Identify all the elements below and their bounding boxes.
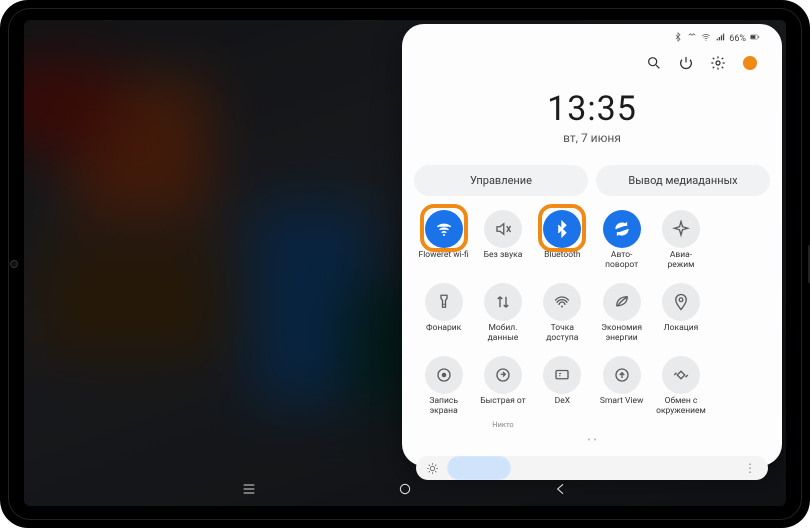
qs-tile-mute[interactable]: Без звука <box>475 210 530 271</box>
dex-icon[interactable] <box>543 356 581 394</box>
power-icon[interactable] <box>678 55 694 71</box>
qs-tile-mobiledata[interactable]: Мобил. данные <box>475 283 530 344</box>
bluetooth-status-icon <box>673 32 683 45</box>
rotate-icon[interactable] <box>603 210 641 248</box>
qs-tile-label: Мобил. данные <box>488 324 519 344</box>
qs-tile-location[interactable]: Локация <box>653 283 708 344</box>
qs-tile-label: Floweret wi-fi <box>419 251 469 271</box>
back-button[interactable] <box>553 481 569 501</box>
hotspot-icon[interactable] <box>543 283 581 321</box>
tablet-frame: 66% 13:35 <box>0 0 810 528</box>
airplane-icon[interactable] <box>662 210 700 248</box>
page-indicator: • • <box>414 435 770 446</box>
qs-tile-smartview[interactable]: Smart View <box>594 356 649 429</box>
qs-tile-label: Экономия энергии <box>601 324 642 344</box>
mute-icon[interactable] <box>484 210 522 248</box>
qs-tile-label: Быстрая от <box>480 397 526 417</box>
quickshare-icon[interactable] <box>484 356 522 394</box>
qs-tile-airplane[interactable]: Авиа- режим <box>653 210 708 271</box>
wifi-icon[interactable] <box>425 210 463 248</box>
home-button[interactable] <box>397 481 413 501</box>
qs-tile-label: Авто- поворот <box>605 251 638 271</box>
battery-icon <box>750 32 760 45</box>
qs-tile-flashlight[interactable]: Фонарик <box>416 283 471 344</box>
qs-tile-sublabel: Никто <box>492 420 513 429</box>
wifi-status-icon <box>701 32 711 45</box>
more-menu-icon[interactable] <box>742 55 758 71</box>
location-icon[interactable] <box>662 283 700 321</box>
qs-tile-label: Авиа- режим <box>667 251 694 271</box>
qs-tile-hotspot[interactable]: Точка доступа <box>535 283 590 344</box>
qs-tile-label: Обмен с окружением <box>656 397 706 417</box>
search-icon[interactable] <box>646 55 662 71</box>
flashlight-icon[interactable] <box>425 283 463 321</box>
qs-tile-label: Bluetooth <box>544 251 580 271</box>
qs-tile-rotate[interactable]: Авто- поворот <box>594 210 649 271</box>
qs-tile-wifi[interactable]: Floweret wi-fi <box>416 210 471 271</box>
qs-tile-dex[interactable]: DeX <box>535 356 590 429</box>
quick-settings-panel: 66% 13:35 <box>402 24 782 466</box>
bluetooth-icon[interactable] <box>543 210 581 248</box>
recents-button[interactable] <box>241 481 257 501</box>
quick-toggle-grid: Floweret wi-fi Без звука Bluetooth Авто- по… <box>414 210 770 429</box>
qs-tile-label: Запись экрана <box>429 397 458 417</box>
qs-tile-label: Фонарик <box>426 324 461 344</box>
qs-tile-powersave[interactable]: Экономия энергии <box>594 283 649 344</box>
vibrate-status-icon <box>687 32 697 45</box>
battery-text: 66% <box>729 34 746 44</box>
device-control-pill[interactable]: Управление <box>414 165 588 196</box>
qs-tile-label: Smart View <box>600 397 643 417</box>
nearby-icon[interactable] <box>662 356 700 394</box>
navigation-bar <box>24 476 786 506</box>
brightness-icon <box>426 462 439 475</box>
settings-icon[interactable] <box>710 55 726 71</box>
qs-tile-screenrec[interactable]: Запись экрана <box>416 356 471 429</box>
qs-tile-nearby[interactable]: Обмен с окружением <box>653 356 708 429</box>
status-bar: 66% <box>414 30 770 45</box>
qs-tile-label: Точка доступа <box>546 324 578 344</box>
qs-tile-label: Локация <box>664 324 699 344</box>
clock-time: 13:35 <box>414 89 770 129</box>
media-output-pill[interactable]: Вывод медиаданных <box>596 165 770 196</box>
qs-tile-label: DeX <box>555 397 570 417</box>
mobiledata-icon[interactable] <box>484 283 522 321</box>
screenrec-icon[interactable] <box>425 356 463 394</box>
qs-tile-quickshare[interactable]: Быстрая от Никто <box>475 356 530 429</box>
smartview-icon[interactable] <box>603 356 641 394</box>
signal-status-icon <box>715 32 725 45</box>
screen: 66% 13:35 <box>24 20 786 506</box>
qs-tile-bluetooth[interactable]: Bluetooth <box>535 210 590 271</box>
powersave-icon[interactable] <box>603 283 641 321</box>
qs-tile-label: Без звука <box>484 251 523 271</box>
brightness-more-icon[interactable]: ⋮ <box>744 461 758 475</box>
front-camera <box>11 261 17 267</box>
clock-date: вт, 7 июня <box>414 131 770 145</box>
